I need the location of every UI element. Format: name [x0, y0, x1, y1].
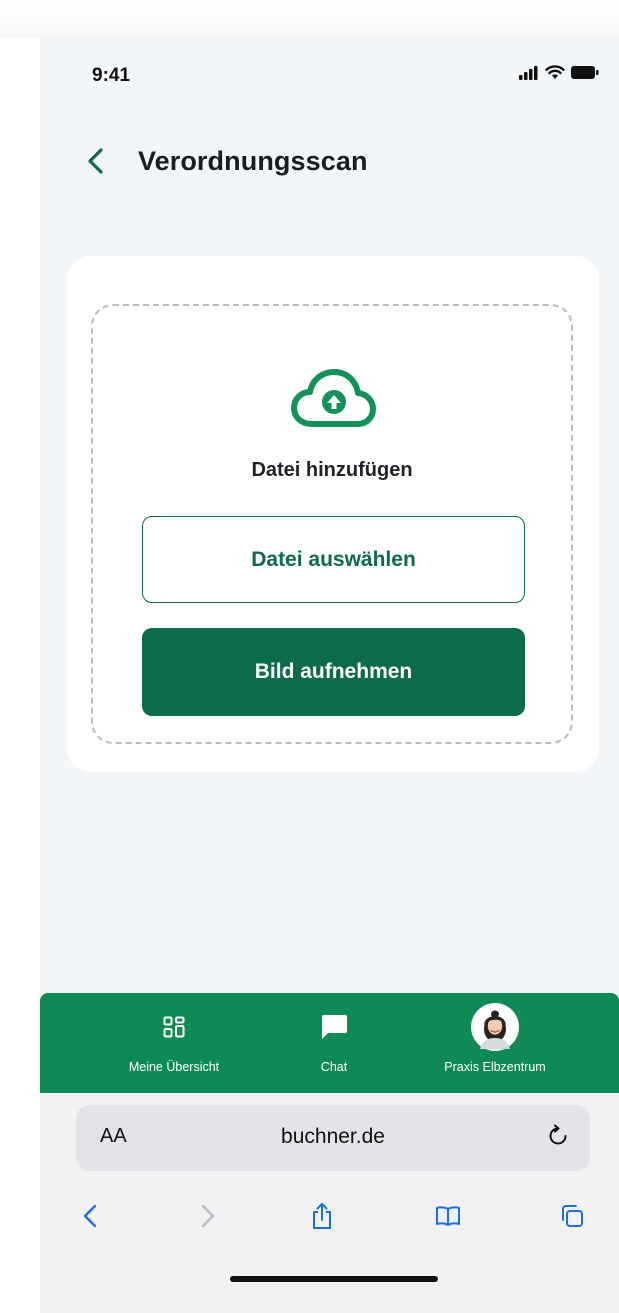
top-edge	[0, 0, 619, 38]
upload-card: Datei hinzufügen Datei auswählen Bild au…	[67, 256, 599, 772]
cloud-upload-icon	[291, 369, 376, 427]
avatar	[471, 1003, 519, 1051]
add-file-label: Datei hinzufügen	[251, 459, 413, 481]
page-title: Verordnungsscan	[138, 145, 368, 176]
address-bar[interactable]: AA buchner.de	[76, 1105, 590, 1171]
browser-nav-row	[40, 1192, 619, 1238]
tab-practice[interactable]: Praxis Elbzentrum	[415, 1003, 575, 1074]
tab-overview[interactable]: Meine Übersicht	[94, 1003, 254, 1074]
home-indicator	[230, 1276, 438, 1282]
bookmarks-button[interactable]	[428, 1196, 468, 1236]
browser-forward-button[interactable]	[188, 1196, 228, 1236]
chat-bubble-icon	[321, 1015, 347, 1039]
tabs-button[interactable]	[552, 1196, 592, 1236]
signal-icon	[519, 65, 538, 80]
browser-back-button[interactable]	[70, 1196, 110, 1236]
wifi-icon	[545, 65, 565, 79]
reload-button[interactable]	[546, 1123, 570, 1154]
chevron-right-icon	[201, 1204, 215, 1228]
share-button[interactable]	[302, 1196, 342, 1236]
take-photo-button[interactable]: Bild aufnehmen	[142, 628, 525, 716]
tab-chat[interactable]: Chat	[254, 1003, 414, 1074]
tab-overview-label: Meine Übersicht	[128, 1060, 220, 1074]
url-text: buchner.de	[281, 1125, 385, 1148]
book-icon	[436, 1206, 460, 1226]
file-dropzone[interactable]: Datei hinzufügen Datei auswählen Bild au…	[91, 304, 573, 744]
status-icons	[519, 65, 599, 80]
tabs-icon	[562, 1205, 583, 1227]
status-time: 9:41	[92, 65, 131, 86]
select-file-button[interactable]: Datei auswählen	[142, 516, 525, 603]
chevron-left-icon	[88, 148, 103, 174]
dashboard-grid-icon	[163, 1016, 185, 1038]
back-button[interactable]	[86, 141, 118, 181]
bottom-tab-bar: Meine Übersicht Chat Praxis Elbzentrum	[40, 993, 619, 1093]
reload-icon	[549, 1124, 567, 1145]
share-icon	[313, 1203, 331, 1229]
phone-screen: 9:41 Verordnungsscan Datei hinzufügen Da…	[40, 38, 619, 1313]
chevron-left-icon	[83, 1204, 97, 1228]
browser-toolbar: AA buchner.de	[40, 1093, 619, 1313]
tab-practice-label: Praxis Elbzentrum	[444, 1060, 546, 1074]
battery-icon	[571, 66, 599, 79]
page-header: Verordnungsscan	[86, 141, 368, 181]
tab-chat-label: Chat	[320, 1060, 348, 1074]
